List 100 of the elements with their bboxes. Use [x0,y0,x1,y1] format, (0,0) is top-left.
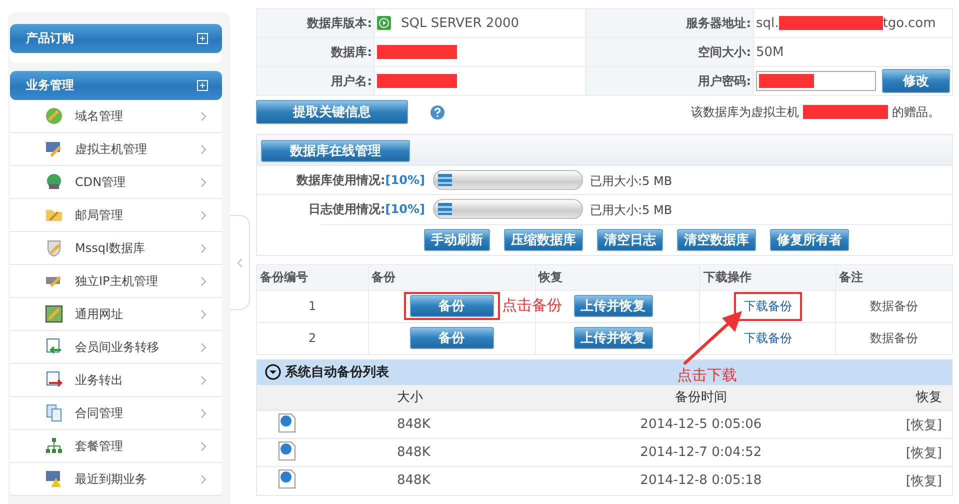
used-size: 已用大小:5 MB [590,174,672,188]
chevron-icon [201,474,206,484]
table-cell: 848K [317,466,561,494]
table-cell: 848K [317,438,561,466]
help-icon[interactable] [430,104,445,120]
sidebar-item[interactable]: 虚拟主机管理 [10,133,222,166]
sidebar-item[interactable]: 会员间业务转移 [10,331,222,364]
chevron-icon [201,276,206,286]
restore-link[interactable]: [恢复] [906,418,942,432]
collapse-handle[interactable] [230,215,250,310]
section-title: 业务管理 [26,77,74,94]
field-label: 数据库: [256,38,374,66]
upload-restore-button[interactable]: 上传并恢复 [574,327,653,349]
sidebar-item[interactable]: Mssql数据库 [10,232,222,265]
panel-title-button[interactable]: 数据库在线管理 [261,140,410,162]
column-header: 大小 [317,384,561,410]
table-cell: 848K [317,410,561,438]
gift-note: 的赠品。 [892,104,940,120]
sidebar-item[interactable]: CDN管理 [10,166,222,199]
chevron-icon [201,342,206,352]
annotation-text: 点击下载 [677,366,737,384]
file-globe-icon [278,440,296,460]
column-header: 恢复 [535,264,700,290]
column-header: 备注 [836,264,952,290]
chevron-icon [201,408,206,418]
usage-label: 数据库使用情况:[10%] [257,166,429,194]
section-header[interactable]: 产品订购 [10,24,222,53]
table-cell: 1 [256,290,368,322]
modify-button[interactable]: 修改 [882,69,950,93]
table-cell: 数据备份 [836,290,952,322]
column-header: 备份时间 [560,384,841,410]
sidebar-item[interactable]: 业务转出 [10,364,222,397]
form-arrow-icon [45,371,63,389]
column-header: 备份 [368,264,536,290]
password-field[interactable] [756,71,876,91]
backup-button[interactable]: 备份 [410,327,494,349]
table-cell: 2014-12-5 0:05:06 [560,410,841,438]
field-label: 数据库版本: [256,8,374,38]
chevron-icon [201,210,206,220]
action-button[interactable]: 清空日志 [597,228,663,250]
action-button[interactable]: 修复所有者 [770,228,849,250]
action-button[interactable]: 压缩数据库 [504,228,583,250]
annotation-text: 点击备份 [502,296,562,314]
sidebar-item[interactable]: 域名管理 [10,100,222,133]
field-label: 服务器地址: [586,8,754,38]
monitor-warning-icon [45,470,63,488]
field-label: 用户密码: [586,66,754,96]
expand-icon[interactable] [197,80,208,91]
used-size: 已用大小:5 MB [590,203,672,218]
sidebar-item[interactable]: 邮局管理 [10,199,222,232]
column-header: 恢复 [840,384,952,410]
sidebar-item[interactable]: 合同管理 [10,397,222,430]
sidebar-item[interactable]: 独立IP主机管理 [10,265,222,298]
field-value: tgo.com [882,16,936,30]
chevron-icon [201,112,206,120]
monitor-icon [45,140,63,158]
table-cell: 数据备份 [836,322,952,354]
hierarchy-icon [45,437,63,455]
usage-label: 日志使用情况:[10%] [257,194,429,224]
redaction-mark [759,74,814,88]
action-button[interactable]: 手动刷新 [424,228,490,250]
field-label: 用户名: [256,66,374,96]
chevron-icon [201,442,206,450]
backup-button[interactable]: 备份 [410,295,494,317]
chevron-icon [201,244,206,252]
restore-link[interactable]: [恢复] [906,446,942,460]
field-value: sql. [756,16,779,30]
table-cell: 2 [256,322,368,354]
map-icon [45,305,63,323]
gift-note: 该数据库为虚拟主机 [691,104,799,120]
expand-icon[interactable] [197,33,208,44]
section-title: 产品订购 [26,30,74,47]
download-link[interactable]: 下载备份 [744,330,792,344]
sidebar-item[interactable]: 最近到期业务 [10,463,222,496]
column-header: 备份编号 [256,264,368,290]
collapse-icon [265,364,281,380]
field-value: SQL SERVER 2000 [401,16,520,30]
documents-icon [45,404,63,422]
form-arrow-icon [45,338,63,356]
action-button[interactable]: 清空数据库 [677,228,756,250]
table-cell: 2014-12-7 0:04:52 [560,438,841,466]
section-header[interactable]: 业务管理 [10,71,222,100]
field-label: 空间大小: [586,38,754,66]
file-globe-icon [278,412,296,432]
column-header: 下载操作 [700,264,836,290]
sidebar-item[interactable]: 套餐管理 [10,430,222,463]
table-cell: 2014-12-8 0:05:18 [560,466,841,494]
chevron-icon [201,178,206,186]
chevron-icon [201,310,206,318]
upload-restore-button[interactable]: 上传并恢复 [574,295,653,317]
chevron-icon [236,258,242,268]
chevron-icon [201,144,206,154]
sidebar-item[interactable]: 通用网址 [10,298,222,331]
download-link[interactable]: 下载备份 [744,298,792,312]
restore-link[interactable]: [恢复] [906,474,942,489]
extract-info-button[interactable]: 提取关键信息 [256,100,408,124]
chevron-icon [201,376,206,384]
file-globe-icon [278,468,296,489]
shield-icon [45,239,63,257]
field-value: 50M [756,44,784,60]
